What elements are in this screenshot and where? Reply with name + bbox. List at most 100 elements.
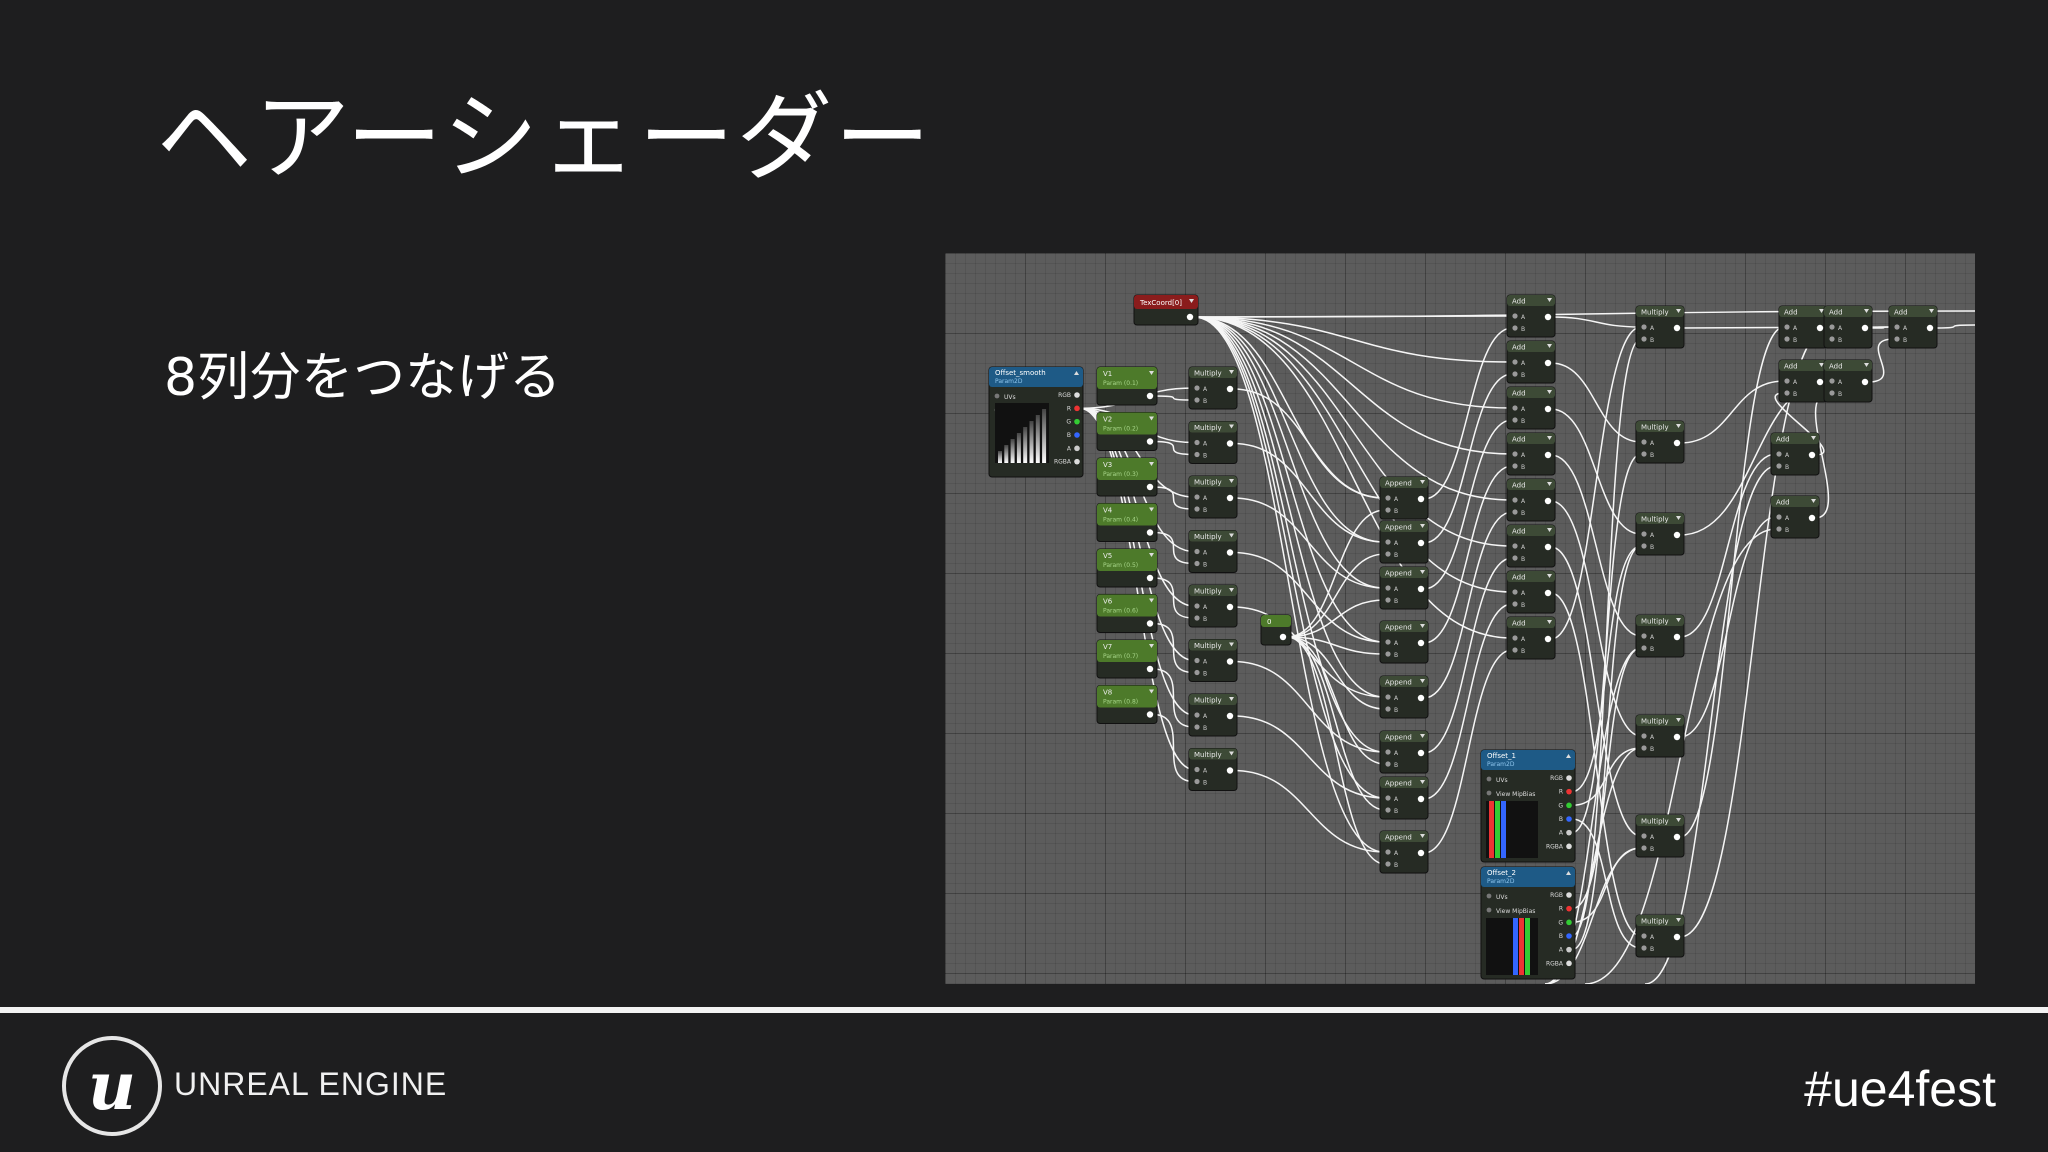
- texture-preview: [1486, 918, 1538, 975]
- param-node-3[interactable]: V3 Param (0.3): [1096, 457, 1158, 497]
- param-node-7[interactable]: V7 Param (0.7): [1096, 639, 1158, 679]
- append-node-8[interactable]: AppendAB: [1379, 830, 1429, 874]
- multiply-node-12[interactable]: MultiplyAB: [1635, 614, 1685, 658]
- input-pin-icon: [1829, 324, 1835, 330]
- node-label: Add: [1776, 499, 1790, 507]
- pin-label: B: [1521, 464, 1525, 471]
- input-pin-icon: [1512, 325, 1518, 331]
- param-label: V4: [1103, 507, 1113, 515]
- node-label: Multiply: [1194, 424, 1222, 432]
- param-node-6[interactable]: V6 Param (0.6): [1096, 594, 1158, 633]
- output-pin-icon: [1544, 589, 1552, 597]
- input-pin-icon: [1385, 495, 1391, 501]
- pin-label: B: [1650, 946, 1654, 953]
- output-pin-icon: [1566, 816, 1572, 822]
- input-pin-icon: [1385, 639, 1391, 645]
- add-node-9[interactable]: AddAB: [1778, 305, 1828, 349]
- input-pin-icon: [1776, 463, 1782, 469]
- append-node-2[interactable]: AppendAB: [1379, 520, 1429, 564]
- add-node-7[interactable]: AddAB: [1506, 570, 1556, 614]
- pin-label: B: [1559, 816, 1563, 823]
- pin-label: B: [1903, 337, 1907, 344]
- input-pin-icon: [1776, 526, 1782, 532]
- add-node-6[interactable]: AddAB: [1506, 524, 1556, 568]
- node-label: Add: [1829, 309, 1843, 317]
- texcoord-node[interactable]: TexCoord[0]: [1133, 294, 1199, 326]
- append-node-4[interactable]: AppendAB: [1379, 620, 1429, 664]
- input-pin-icon: [1194, 397, 1200, 403]
- output-pin-icon: [1226, 440, 1234, 447]
- texture-node-offset-1[interactable]: Offset_1Param2D UVs View MipBias RGB RGBA RGB…: [1480, 749, 1576, 863]
- texture-node-offset-smooth[interactable]: Offset_smoothParam2DUVsView MipBiasRGBRG…: [988, 366, 1084, 478]
- node-label: Append: [1385, 524, 1412, 532]
- param-node-8[interactable]: V8 Param (0.8): [1096, 685, 1158, 724]
- multiply-node-6[interactable]: MultiplyAB: [1188, 639, 1238, 682]
- output-pin-icon: [1544, 451, 1552, 459]
- pin-label: B: [1838, 337, 1842, 344]
- multiply-node-8[interactable]: MultiplyAB: [1188, 748, 1238, 791]
- input-pin-icon: [1776, 514, 1782, 520]
- add-node-3[interactable]: AddAB: [1506, 386, 1556, 430]
- append-node-7[interactable]: AppendAB: [1379, 776, 1429, 820]
- multiply-node-5[interactable]: MultiplyAB: [1188, 584, 1238, 628]
- output-pin-icon: [1074, 418, 1080, 425]
- pin-label: UVs: [1496, 777, 1508, 784]
- input-pin-icon: [1641, 645, 1647, 651]
- param-node-4[interactable]: V4 Param (0.4): [1096, 503, 1158, 542]
- multiply-node-14[interactable]: MultiplyAB: [1635, 814, 1685, 858]
- multiply-node-1[interactable]: MultiplyAB: [1188, 366, 1238, 410]
- output-pin-icon: [1279, 633, 1287, 641]
- slide-title: ヘアーシェーダー: [156, 82, 933, 194]
- param-node-5[interactable]: V5 Param (0.5): [1096, 548, 1158, 588]
- multiply-node-13[interactable]: MultiplyAB: [1635, 714, 1685, 758]
- output-pin-icon: [1566, 960, 1572, 967]
- input-pin-icon: [1194, 506, 1200, 512]
- multiply-node-2[interactable]: MultiplyAB: [1188, 421, 1238, 464]
- add-node-10[interactable]: AddAB: [1823, 305, 1873, 349]
- add-node-14[interactable]: AddAB: [1770, 432, 1820, 476]
- node-label: Add: [1776, 436, 1790, 444]
- append-node-1[interactable]: AppendAB: [1379, 476, 1429, 520]
- add-node-4[interactable]: AddAB: [1506, 432, 1556, 476]
- input-pin-icon: [1486, 776, 1492, 782]
- output-pin-icon: [1566, 946, 1572, 953]
- input-pin-icon: [1194, 669, 1200, 676]
- constant-node[interactable]: 0: [1260, 614, 1292, 646]
- output-pin-icon: [1544, 497, 1552, 505]
- multiply-node-7[interactable]: MultiplyAB: [1188, 693, 1238, 737]
- param-node-2[interactable]: V2 Param (0.2): [1096, 412, 1158, 451]
- multiply-node-10[interactable]: MultiplyAB: [1635, 420, 1685, 464]
- add-node-11[interactable]: AddAB: [1888, 305, 1938, 349]
- add-node-1[interactable]: AddAB: [1506, 294, 1556, 338]
- wire: [1550, 316, 1642, 328]
- append-node-3[interactable]: AppendAB: [1379, 566, 1429, 610]
- append-node-5[interactable]: AppendAB: [1379, 675, 1429, 719]
- multiply-node-11[interactable]: MultiplyAB: [1635, 512, 1685, 556]
- output-pin-icon: [1074, 392, 1080, 398]
- multiply-node-4[interactable]: MultiplyAB: [1188, 530, 1238, 573]
- input-pin-icon: [1194, 439, 1200, 446]
- multiply-node-3[interactable]: MultiplyAB: [1188, 475, 1238, 519]
- add-node-8[interactable]: AddAB: [1506, 616, 1556, 660]
- add-node-15[interactable]: AddAB: [1770, 495, 1820, 539]
- preview-bar: [998, 451, 1002, 463]
- pin-label: UVs: [1004, 394, 1016, 401]
- add-node-2[interactable]: AddAB: [1506, 340, 1556, 384]
- add-node-5[interactable]: AddAB: [1506, 478, 1556, 522]
- multiply-node-15[interactable]: MultiplyAB: [1635, 914, 1685, 958]
- wire: [1152, 577, 1195, 619]
- multiply-node-9[interactable]: MultiplyAB: [1635, 305, 1685, 349]
- wire: [1423, 327, 1513, 500]
- param-value: Param (0.4): [1103, 517, 1138, 524]
- param-node-1[interactable]: V1 Param (0.1): [1096, 366, 1158, 406]
- add-node-12[interactable]: AddAB: [1778, 359, 1828, 403]
- texture-node-offset-2[interactable]: Offset_2Param2D UVs View MipBias RGB RGBA RGB…: [1480, 866, 1576, 980]
- pin-label: RGB: [1550, 892, 1563, 899]
- add-node-13[interactable]: AddAB: [1823, 359, 1873, 403]
- wire: [1571, 647, 1642, 910]
- output-pin-icon: [1544, 405, 1552, 413]
- append-node-6[interactable]: AppendAB: [1379, 730, 1429, 774]
- output-pin-icon: [1566, 843, 1572, 850]
- output-pin-icon: [1417, 849, 1425, 857]
- input-pin-icon: [1194, 548, 1200, 555]
